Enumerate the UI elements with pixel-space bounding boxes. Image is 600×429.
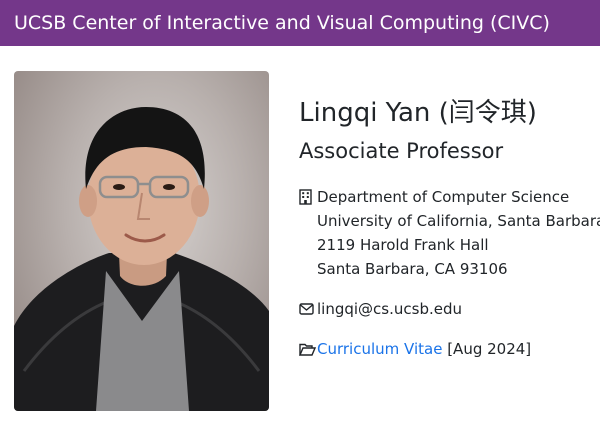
- profile-name: Lingqi Yan (闫令琪): [299, 98, 537, 128]
- building-icon: [299, 185, 317, 209]
- cv-date: [Aug 2024]: [442, 340, 532, 358]
- email-address: lingqi@cs.ucsb.edu: [317, 300, 462, 318]
- address-line: 2119 Harold Frank Hall: [317, 236, 489, 254]
- cv-link[interactable]: Curriculum Vitae: [317, 340, 442, 358]
- profile-info: Lingqi Yan (闫令琪) Associate Professor Dep…: [299, 96, 600, 361]
- email-row: lingqi@cs.ucsb.edu: [299, 297, 599, 321]
- navbar-brand[interactable]: UCSB Center of Interactive and Visual Co…: [0, 12, 550, 34]
- navbar: UCSB Center of Interactive and Visual Co…: [0, 0, 600, 46]
- profile-title: Associate Professor: [299, 139, 504, 163]
- address-block: Department of Computer Science Universit…: [299, 185, 600, 281]
- profile-photo: [14, 71, 269, 411]
- envelope-icon: [299, 297, 317, 321]
- address-line: Department of Computer Science: [317, 188, 570, 206]
- address-line: University of California, Santa Barbara: [317, 212, 600, 230]
- address-line: Santa Barbara, CA 93106: [317, 260, 508, 278]
- folder-open-icon: [299, 337, 317, 361]
- cv-row: Curriculum Vitae [Aug 2024]: [299, 337, 599, 361]
